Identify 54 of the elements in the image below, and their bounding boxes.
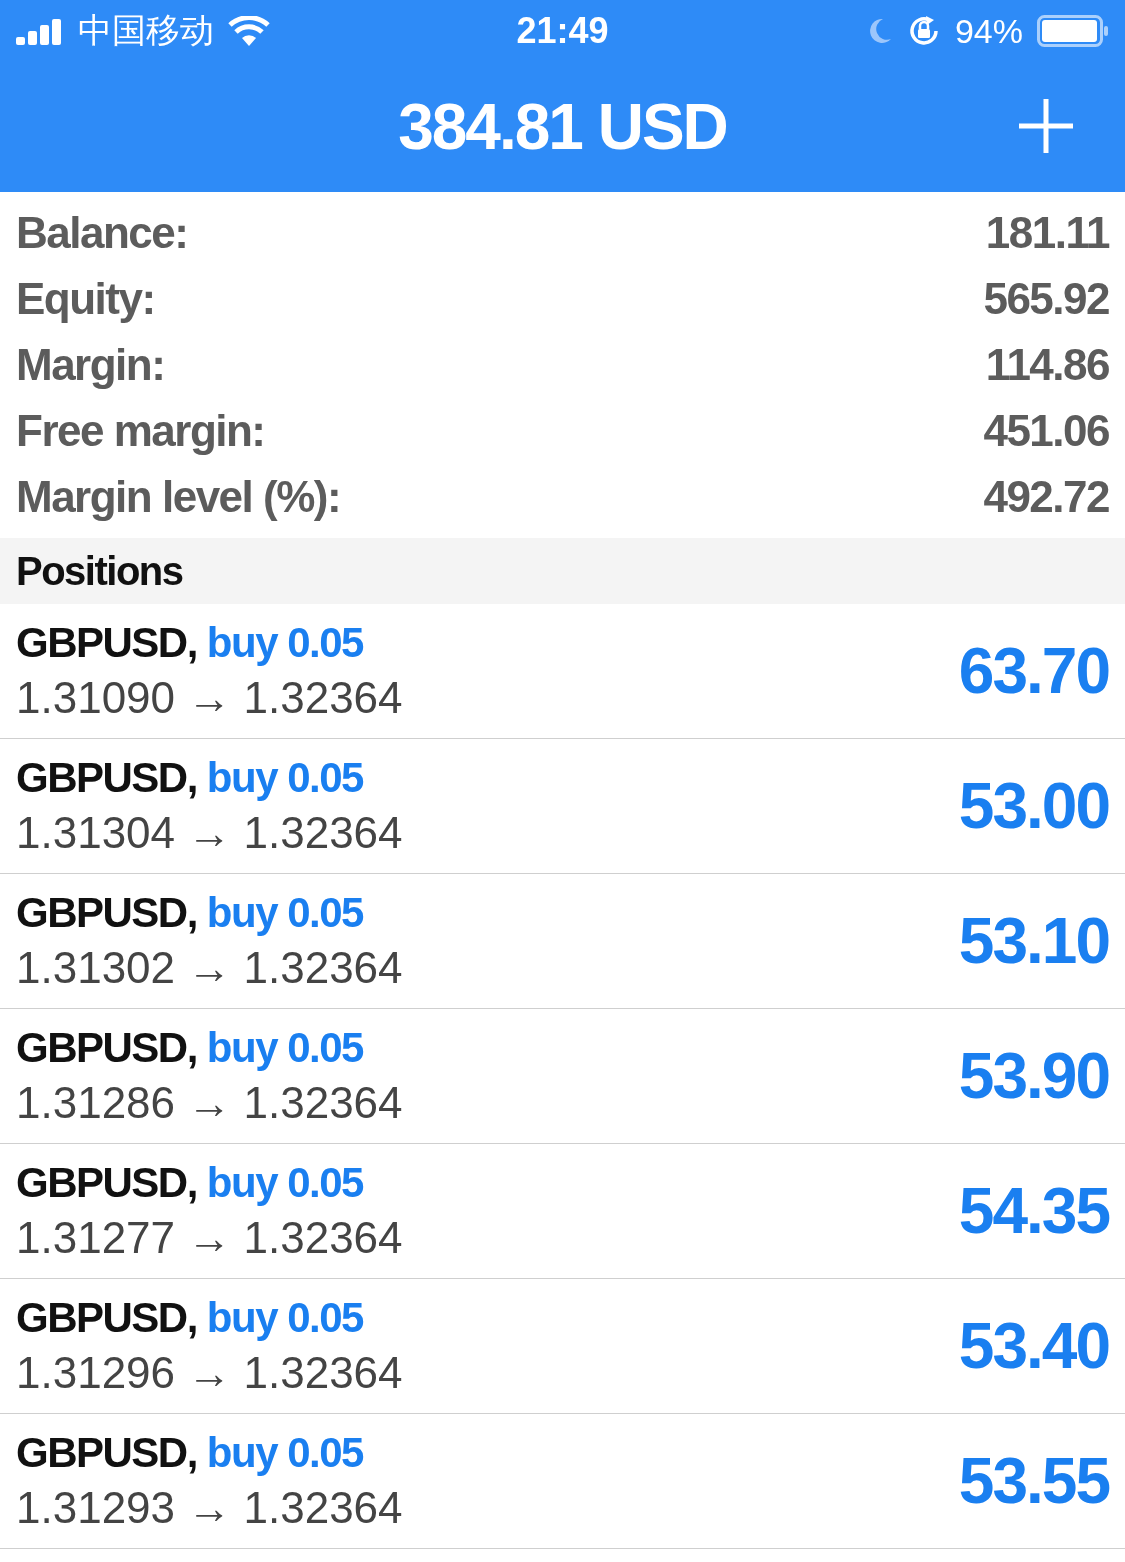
carrier-name: 中国移动 [78, 10, 214, 51]
position-row[interactable]: GBPUSD, buy 0.05 1.31277 → 1.32364 54.35 [0, 1144, 1125, 1279]
position-order: buy 0.05 [206, 754, 363, 802]
position-prices: 1.31286 → 1.32364 [16, 1078, 403, 1128]
position-symbol: GBPUSD, [16, 1024, 197, 1072]
position-order: buy 0.05 [206, 1294, 363, 1342]
position-row[interactable]: GBPUSD, buy 0.05 1.31293 → 1.32364 53.55 [0, 1414, 1125, 1549]
position-profit: 53.90 [958, 1039, 1109, 1113]
position-profit: 53.10 [958, 904, 1109, 978]
position-profit: 53.55 [958, 1444, 1109, 1518]
position-order: buy 0.05 [206, 1159, 363, 1207]
account-label: Balance: [16, 208, 188, 258]
battery-icon [1037, 15, 1109, 47]
position-profit: 54.35 [958, 1174, 1109, 1248]
account-value: 181.11 [985, 208, 1109, 258]
position-row[interactable]: GBPUSD, buy 0.05 1.31304 → 1.32364 53.00 [0, 739, 1125, 874]
position-profit: 53.40 [958, 1309, 1109, 1383]
account-label: Margin: [16, 340, 165, 390]
signal-icon [16, 17, 64, 45]
add-button[interactable] [1017, 97, 1075, 155]
position-symbol: GBPUSD, [16, 754, 197, 802]
position-order: buy 0.05 [206, 619, 363, 667]
position-profit: 53.00 [958, 769, 1109, 843]
position-symbol: GBPUSD, [16, 1294, 197, 1342]
position-symbol: GBPUSD, [16, 889, 197, 937]
position-prices: 1.31296 → 1.32364 [16, 1348, 403, 1398]
position-symbol: GBPUSD, [16, 619, 197, 667]
account-label: Equity: [16, 274, 155, 324]
position-order: buy 0.05 [206, 1429, 363, 1477]
position-order: buy 0.05 [206, 889, 363, 937]
account-value: 492.72 [983, 472, 1109, 522]
wifi-icon [228, 16, 270, 46]
account-value: 451.06 [983, 406, 1109, 456]
position-prices: 1.31304 → 1.32364 [16, 808, 403, 858]
position-prices: 1.31277 → 1.32364 [16, 1213, 403, 1263]
section-header: Positions [0, 538, 1125, 604]
account-label: Free margin: [16, 406, 265, 456]
position-profit: 63.70 [958, 634, 1109, 708]
position-symbol: GBPUSD, [16, 1429, 197, 1477]
position-order: buy 0.05 [206, 1024, 363, 1072]
position-row[interactable]: GBPUSD, buy 0.05 1.31286 → 1.32364 53.90 [0, 1009, 1125, 1144]
position-prices: 1.31090 → 1.32364 [16, 673, 403, 723]
account-value: 114.86 [985, 340, 1109, 390]
account-total: 384.81 USD [398, 90, 727, 164]
position-prices: 1.31293 → 1.32364 [16, 1483, 403, 1533]
position-row[interactable]: GBPUSD, buy 0.05 1.31302 → 1.32364 53.10 [0, 874, 1125, 1009]
position-symbol: GBPUSD, [16, 1159, 197, 1207]
account-label: Margin level (%): [16, 472, 341, 522]
position-row[interactable]: GBPUSD, buy 0.05 1.31296 → 1.32364 53.40 [0, 1279, 1125, 1414]
clock-time: 21:49 [516, 10, 609, 52]
position-prices: 1.31302 → 1.32364 [16, 943, 403, 993]
account-value: 565.92 [983, 274, 1109, 324]
position-row[interactable]: GBPUSD, buy 0.05 1.31090 → 1.32364 63.70 [0, 604, 1125, 739]
battery-percent: 94% [954, 11, 1023, 51]
